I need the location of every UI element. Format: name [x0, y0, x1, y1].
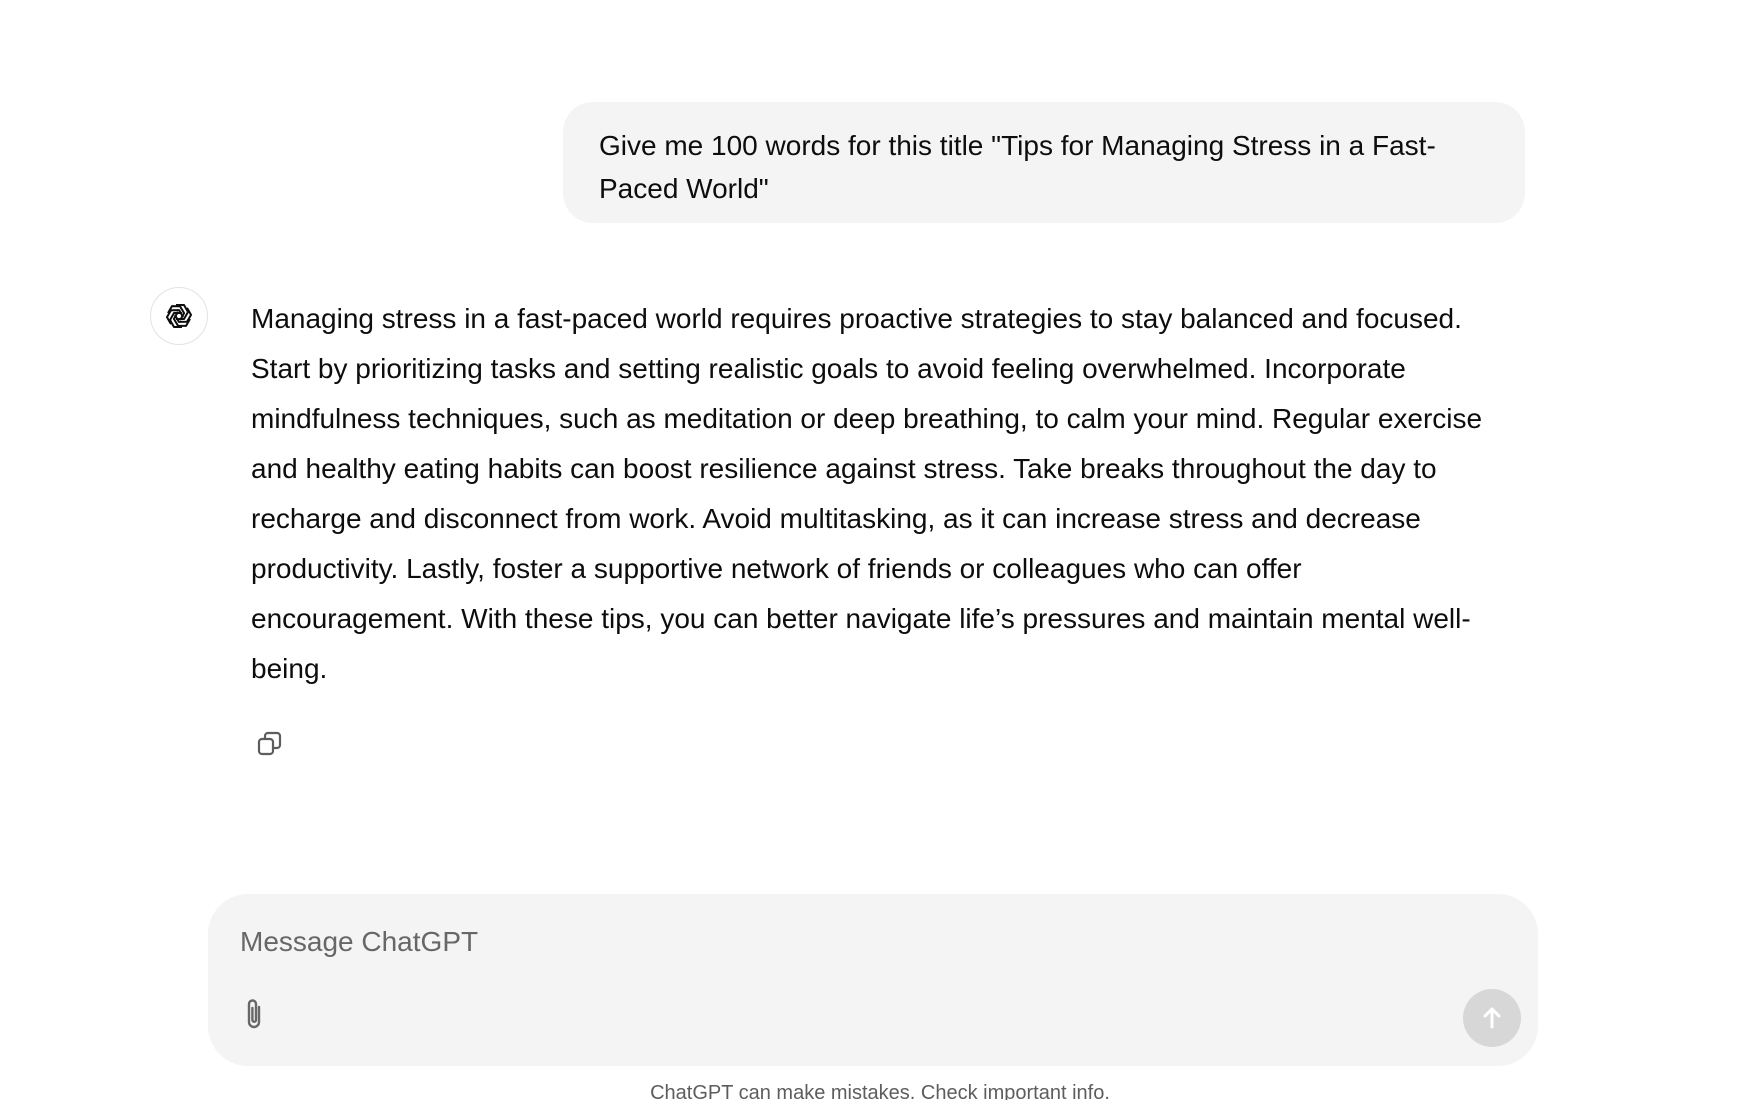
attach-button[interactable]	[234, 994, 274, 1034]
user-message-bubble: Give me 100 words for this title "Tips f…	[563, 102, 1525, 223]
openai-logo-icon	[150, 287, 208, 345]
copy-icon	[257, 731, 282, 756]
message-input[interactable]	[240, 922, 1440, 962]
user-message-text: Give me 100 words for this title "Tips f…	[599, 130, 1436, 204]
assistant-message-text: Managing stress in a fast-paced world re…	[251, 303, 1483, 684]
disclaimer-text: ChatGPT can make mistakes. Check importa…	[650, 1082, 1110, 1100]
arrow-up-icon	[1483, 1007, 1501, 1029]
send-button[interactable]	[1463, 989, 1521, 1047]
paperclip-icon	[247, 999, 261, 1029]
copy-button[interactable]	[250, 724, 290, 764]
message-composer	[208, 894, 1538, 1066]
chat-page: Give me 100 words for this title "Tips f…	[0, 0, 1760, 1100]
